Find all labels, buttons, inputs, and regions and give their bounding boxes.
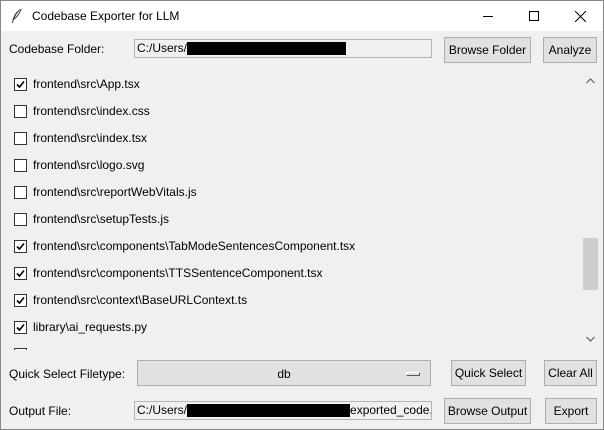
file-list-item[interactable]: frontend\src\App.tsx (14, 74, 140, 94)
codebase-folder-label: Codebase Folder: (9, 42, 105, 56)
file-checkbox[interactable] (14, 212, 27, 226)
app-window: Codebase Exporter for LLM Codebase Folde… (0, 0, 604, 430)
file-list-item[interactable]: frontend\src\logo.svg (14, 155, 144, 175)
filetype-selected-value: db (277, 367, 291, 381)
maximize-icon (529, 11, 539, 21)
maximize-button[interactable] (511, 1, 557, 31)
title-bar[interactable]: Codebase Exporter for LLM (1, 1, 603, 31)
file-checkbox[interactable] (14, 266, 27, 280)
checkmark-icon (16, 323, 25, 331)
minimize-button[interactable] (465, 1, 511, 31)
export-button[interactable]: Export (545, 398, 597, 424)
file-checkbox[interactable] (14, 347, 27, 350)
checkmark-icon (16, 269, 25, 277)
filetype-dropdown[interactable]: db (137, 360, 431, 386)
scroll-thumb[interactable] (583, 238, 598, 290)
file-checkbox[interactable] (14, 158, 27, 172)
quick-select-label: Quick Select Filetype: (9, 367, 126, 381)
output-file-input[interactable]: C:/Users/exported_code.t (134, 401, 432, 420)
file-checkbox[interactable] (14, 239, 27, 253)
file-list-item[interactable]: frontend\src\components\TabModeSentences… (14, 236, 355, 256)
file-checkbox[interactable] (14, 77, 27, 91)
file-list-scrollbar[interactable] (582, 68, 599, 351)
file-path-label: frontend\src\context\BaseURLContext.ts (33, 293, 248, 307)
file-path-label: frontend\src\logo.svg (33, 158, 145, 172)
file-path-label: frontend\src\components\TabModeSentences… (33, 239, 356, 253)
file-list-item[interactable]: library\ai_requests.py (14, 317, 147, 337)
scroll-up-button[interactable] (582, 72, 599, 89)
minimize-icon (483, 16, 493, 17)
checkmark-icon (16, 242, 25, 250)
output-file-label: Output File: (9, 404, 72, 418)
file-path-label: frontend\src\components\TTSSentenceCompo… (33, 266, 323, 280)
close-icon (574, 10, 586, 22)
clear-all-button[interactable]: Clear All (544, 360, 597, 386)
file-path-label: frontend\src\setupTests.js (33, 212, 170, 226)
file-list-item[interactable]: frontend\src\setupTests.js (14, 209, 169, 229)
browse-output-button[interactable]: Browse Output (444, 398, 531, 424)
scroll-down-button[interactable] (582, 330, 599, 347)
file-path-label: frontend\src\index.tsx (33, 131, 148, 145)
window-title: Codebase Exporter for LLM (32, 9, 180, 23)
file-list-item[interactable]: frontend\src\reportWebVitals.js (14, 182, 197, 202)
browse-folder-button[interactable]: Browse Folder (444, 37, 531, 63)
file-path-label: library\ai_requests.py (33, 320, 148, 334)
file-path-label: frontend\src\reportWebVitals.js (33, 185, 197, 199)
file-path-label: frontend\src\App.tsx (33, 77, 140, 91)
checkmark-icon (16, 80, 25, 88)
analyze-button[interactable]: Analyze (543, 37, 597, 63)
file-list-item[interactable]: frontend\src\index.tsx (14, 128, 147, 148)
dropdown-indicator-icon (406, 372, 420, 376)
codebase-folder-input[interactable]: C:/Users/ (134, 39, 432, 58)
file-checkbox[interactable] (14, 131, 27, 145)
quick-select-button[interactable]: Quick Select (451, 360, 526, 386)
chevron-up-icon (586, 77, 595, 83)
chevron-down-icon (586, 336, 595, 342)
redacted-block (187, 404, 351, 418)
file-checkbox[interactable] (14, 293, 27, 307)
codebase-path-text: C:/Users/ (137, 41, 188, 55)
checkmark-icon (16, 296, 25, 304)
output-path-suffix: exported_code.t (350, 403, 432, 417)
file-list-item-partial[interactable] (14, 344, 33, 350)
redacted-block (187, 42, 347, 56)
output-path-prefix: C:/Users/ (137, 403, 188, 417)
file-path-label: frontend\src\index.css (33, 104, 150, 118)
feather-icon (10, 8, 24, 24)
file-checkbox[interactable] (14, 185, 27, 199)
file-list-item[interactable]: frontend\src\index.css (14, 101, 150, 121)
file-list-item[interactable]: frontend\src\components\TTSSentenceCompo… (14, 263, 322, 283)
file-checkbox[interactable] (14, 320, 27, 334)
file-list-item[interactable]: frontend\src\context\BaseURLContext.ts (14, 290, 247, 310)
file-checkbox[interactable] (14, 104, 27, 118)
close-button[interactable] (557, 1, 603, 31)
file-list[interactable]: frontend\src\App.tsx frontend\src\index.c… (2, 68, 582, 350)
